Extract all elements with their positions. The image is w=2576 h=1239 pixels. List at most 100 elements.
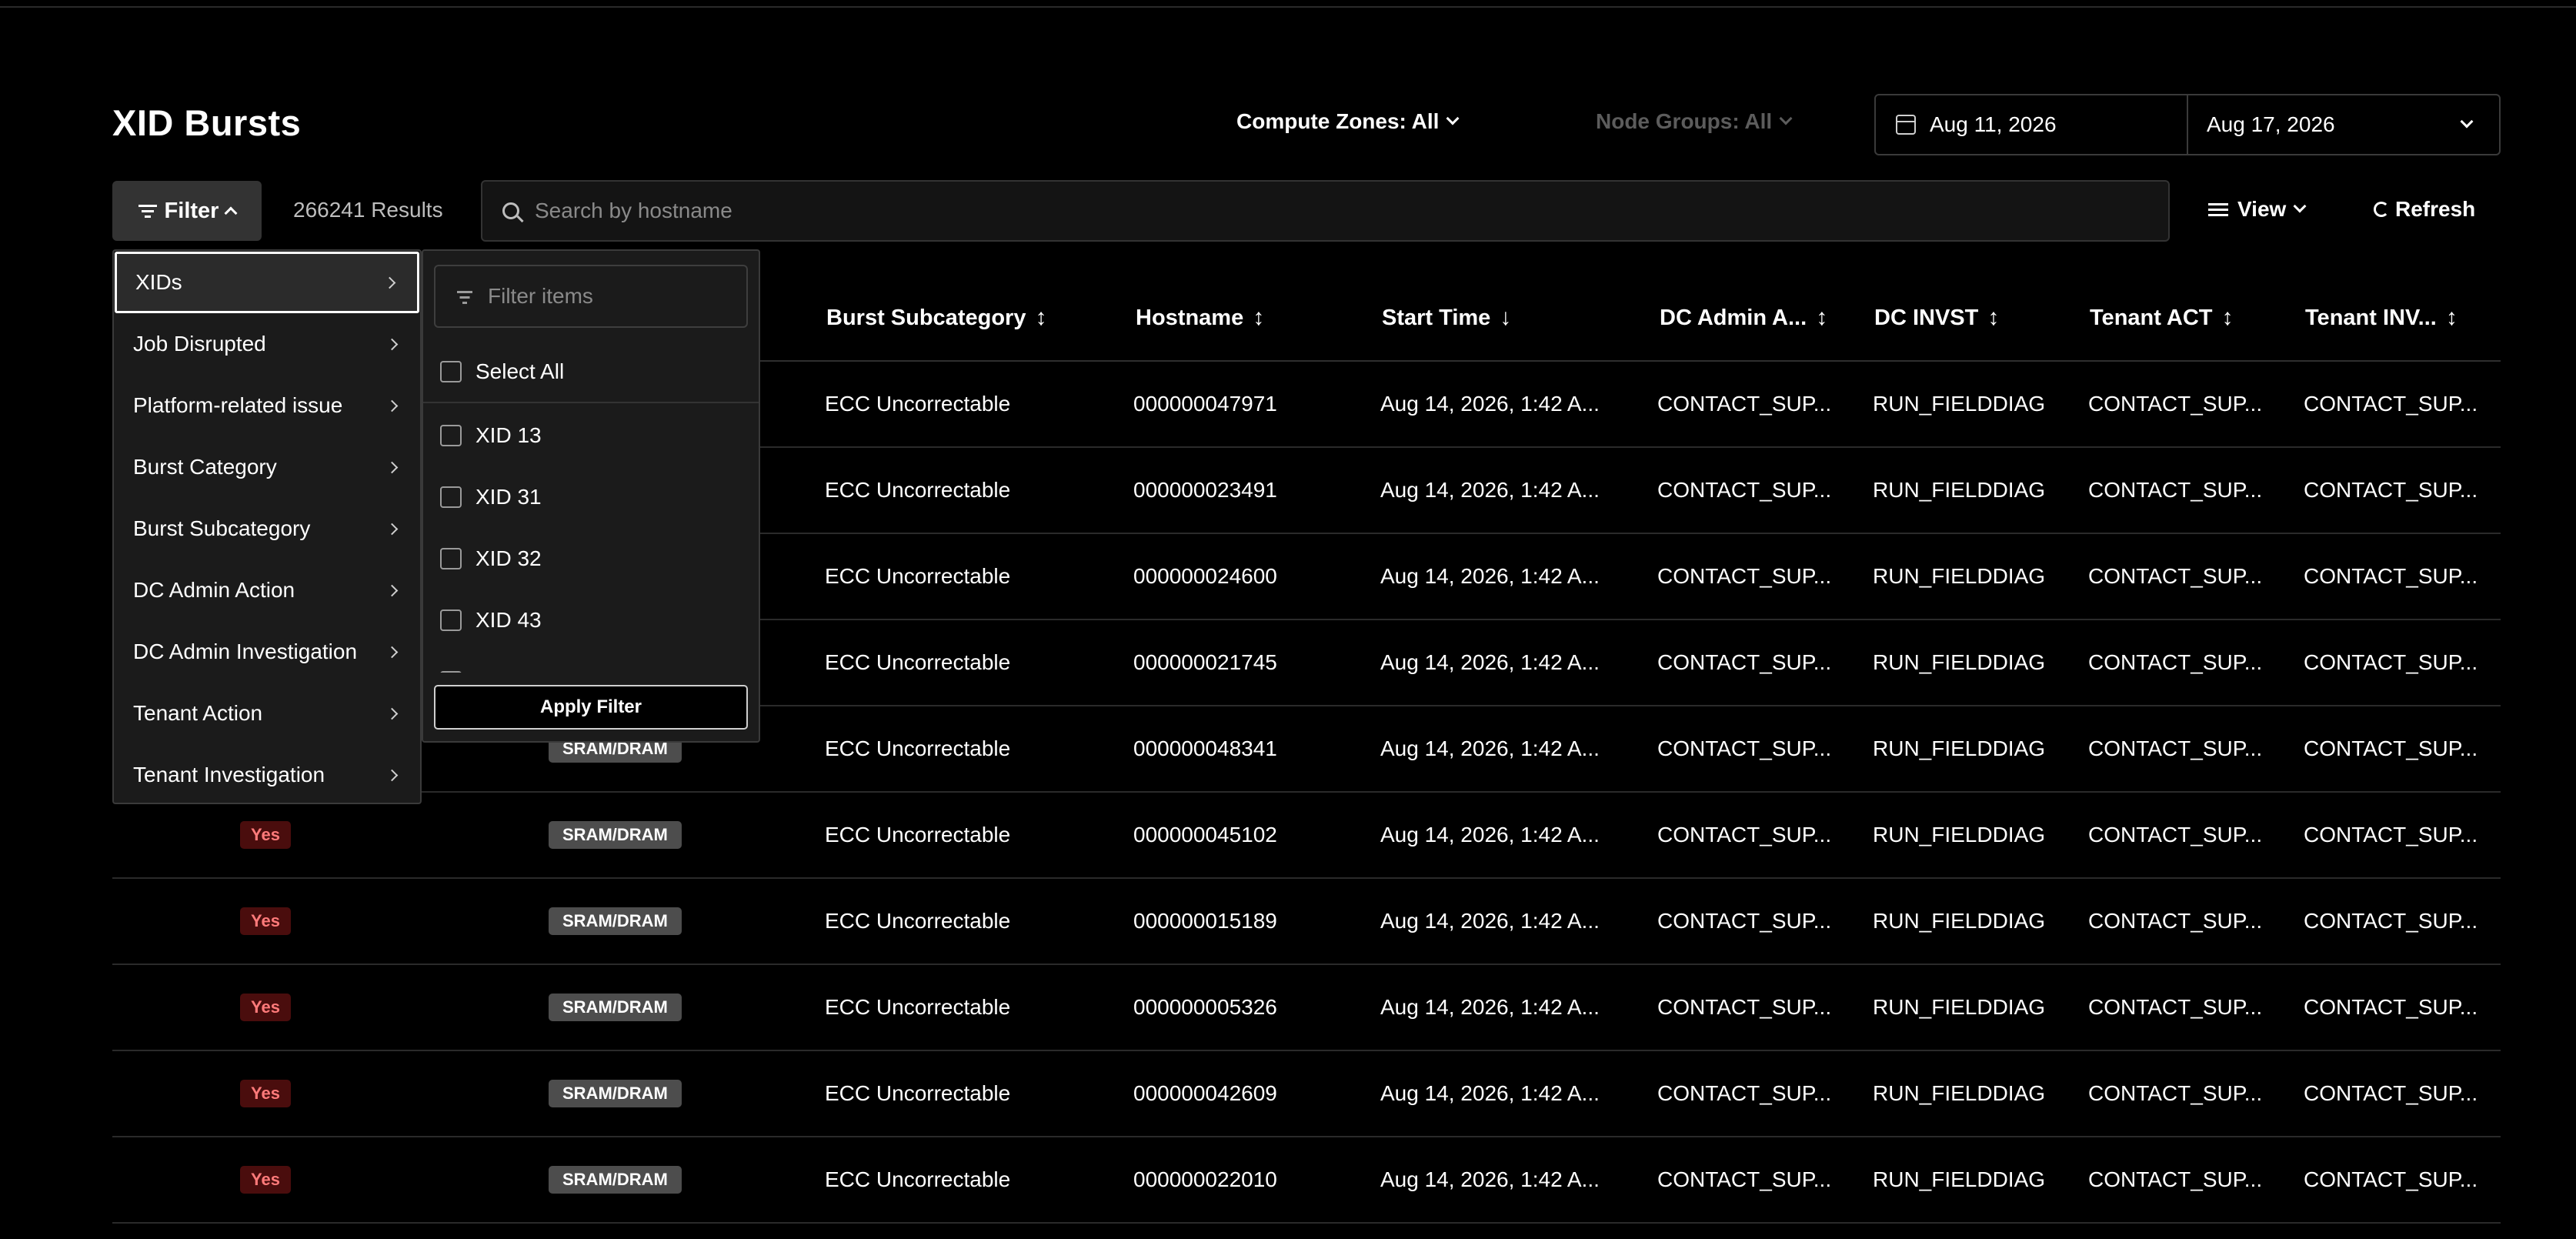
table-row[interactable]: Yes SRAM/DRAM ECC Uncorrectable 00000000532… (112, 965, 2501, 1051)
hostname-cell: 000000022010 (1133, 1167, 1277, 1191)
xid-option[interactable]: XID 45 (423, 651, 759, 673)
xid-option[interactable]: XID 31 (423, 466, 759, 528)
date-range-picker[interactable]: Aug 11, 2026 Aug 17, 2026 (1874, 94, 2501, 155)
sort-icon[interactable]: ↕ (1987, 305, 1999, 331)
filter-menu-item[interactable]: XIDs (115, 252, 419, 313)
hostname-cell: 000000023491 (1133, 448, 1277, 533)
compute-zones-select[interactable]: Compute Zones: All (1236, 109, 1460, 134)
dc-admin-action-cell: CONTACT_SUP... (1657, 1167, 1832, 1191)
sort-icon[interactable]: ↕ (1816, 305, 1827, 331)
refresh-button[interactable]: Refresh (2374, 197, 2475, 222)
tenant-inv-cell: CONTACT_SUP... (2304, 995, 2478, 1019)
filter-menu-item[interactable]: Platform-related issue (115, 375, 419, 436)
date-end-field[interactable]: Aug 17, 2026 (2188, 95, 2499, 154)
search-box[interactable] (481, 180, 2170, 242)
chevron-down-icon (2293, 199, 2307, 213)
chevron-down-icon (1779, 112, 1793, 125)
filter-menu-item[interactable]: DC Admin Action (115, 559, 419, 621)
sort-icon[interactable]: ↕ (1253, 305, 1264, 331)
column-header-dc-invst[interactable]: DC INVST ↕ (1874, 305, 1999, 331)
tenant-inv-cell: CONTACT_SUP... (2304, 706, 2478, 791)
table-row[interactable]: Yes SRAM/DRAM ECC Uncorrectable 00000002201… (112, 1137, 2501, 1224)
column-label: Tenant ACT (2090, 305, 2213, 330)
start-time-cell: Aug 14, 2026, 1:42 A... (1380, 1081, 1600, 1105)
column-header-burst-subcategory[interactable]: Burst Subcategory ↕ (826, 305, 1046, 331)
apply-filter-button[interactable]: Apply Filter (434, 685, 748, 730)
sort-icon[interactable]: ↕ (1035, 305, 1046, 331)
tenant-inv-cell: CONTACT_SUP... (2304, 392, 2478, 416)
burst-subcategory-cell: ECC Uncorrectable (825, 392, 1011, 416)
table-row[interactable]: Yes SRAM/DRAM ECC Uncorrectable 00000004510… (112, 793, 2501, 879)
checkbox[interactable] (440, 361, 462, 382)
filter-items-box[interactable] (434, 265, 748, 328)
checkbox[interactable] (440, 671, 462, 673)
sort-icon[interactable]: ↕ (2222, 305, 2234, 331)
column-header-dc-admin-action[interactable]: DC Admin A... ↕ (1660, 305, 1827, 331)
filter-menu-item[interactable]: DC Admin Investigation (115, 621, 419, 683)
dc-invst-cell: RUN_FIELDDIAG (1873, 534, 2045, 619)
column-header-tenant-inv[interactable]: Tenant INV... ↕ (2305, 305, 2458, 331)
tenant-act-cell: CONTACT_SUP... (2088, 736, 2263, 760)
dc-admin-action-cell: CONTACT_SUP... (1657, 736, 1832, 760)
start-time-cell: Aug 14, 2026, 1:42 A... (1380, 1137, 1600, 1222)
start-time-cell: Aug 14, 2026, 1:42 A... (1380, 534, 1600, 619)
filter-menu-item[interactable]: Tenant Investigation (115, 744, 419, 806)
tenant-inv-cell: CONTACT_SUP... (2304, 823, 2478, 847)
tenant-act-cell: CONTACT_SUP... (2088, 362, 2262, 446)
tenant-act-cell: CONTACT_SUP... (2088, 706, 2262, 791)
xid-option[interactable]: XID 43 (423, 589, 759, 651)
chevron-down-icon (2460, 115, 2474, 129)
burst-subcategory-cell: ECC Uncorrectable (825, 879, 1010, 963)
tenant-inv-cell: CONTACT_SUP... (2304, 909, 2478, 933)
date-start-value: Aug 11, 2026 (1930, 112, 2057, 136)
view-button[interactable]: View (2208, 197, 2307, 222)
app-root: XID Bursts Compute Zones: All Node Group… (0, 0, 2576, 1239)
column-header-tenant-act[interactable]: Tenant ACT ↕ (2090, 305, 2234, 331)
tenant-inv-cell: CONTACT_SUP... (2304, 650, 2478, 674)
date-start-field[interactable]: Aug 11, 2026 (1876, 95, 2188, 154)
table-row[interactable]: Yes SRAM/DRAM ECC Uncorrectable 00000001518… (112, 879, 2501, 965)
search-input[interactable] (535, 199, 2074, 223)
filter-menu-item[interactable]: Burst Category (115, 436, 419, 498)
dc-invst-cell: RUN_FIELDDIAG (1873, 564, 2046, 588)
select-all-option[interactable]: Select All (423, 342, 759, 403)
checkbox[interactable] (440, 486, 462, 508)
xid-option[interactable]: XID 13 (423, 405, 759, 466)
checkbox[interactable] (440, 548, 462, 569)
tenant-inv-cell: CONTACT_SUP... (2304, 448, 2478, 533)
checkbox[interactable] (440, 425, 462, 446)
filter-menu-item[interactable]: Burst Subcategory (115, 498, 419, 559)
sort-icon[interactable]: ↓ (1500, 305, 1511, 331)
burst-category-cell: SRAM/DRAM (549, 879, 682, 963)
start-time-cell: Aug 14, 2026, 1:42 A... (1380, 1051, 1600, 1136)
node-groups-select[interactable]: Node Groups: All (1596, 109, 1793, 134)
filter-menu-item[interactable]: Tenant Action (115, 683, 419, 744)
hostname-cell: 000000042609 (1133, 1051, 1277, 1136)
select-all-label: Select All (475, 359, 565, 383)
job-disrupted-badge: Yes (240, 1080, 291, 1107)
dc-admin-action-cell: CONTACT_SUP... (1657, 706, 1831, 791)
filter-menu-item-label: XIDs (135, 270, 182, 294)
checkbox[interactable] (440, 609, 462, 631)
xid-option[interactable]: XID 32 (423, 528, 759, 589)
filter-button[interactable]: Filter (112, 181, 262, 241)
hostname-cell: 000000047971 (1133, 392, 1277, 416)
column-header-start-time[interactable]: Start Time ↓ (1382, 305, 1511, 331)
refresh-icon (2374, 202, 2389, 217)
column-label: DC INVST (1874, 305, 1979, 330)
xid-option-list: XID 13 XID 31 XID 32 XID 43 XID 45 (423, 405, 759, 673)
hostname-cell: 000000045102 (1133, 823, 1277, 847)
dc-invst-cell: RUN_FIELDDIAG (1873, 392, 2046, 416)
xid-option-label: XID 13 (475, 423, 542, 447)
tenant-inv-cell: CONTACT_SUP... (2304, 534, 2478, 619)
sort-icon[interactable]: ↕ (2446, 305, 2458, 331)
table-row[interactable]: Yes SRAM/DRAM ECC Uncorrectable 00000004260… (112, 1051, 2501, 1137)
chevron-right-icon (383, 276, 396, 289)
filter-items-input[interactable] (488, 284, 742, 309)
column-header-hostname[interactable]: Hostname ↕ (1136, 305, 1264, 331)
sliders-icon (2208, 201, 2228, 218)
start-time-cell: Aug 14, 2026, 1:42 A... (1380, 650, 1600, 674)
tenant-inv-cell: CONTACT_SUP... (2304, 793, 2478, 877)
dc-admin-action-cell: CONTACT_SUP... (1657, 650, 1832, 674)
filter-menu-item[interactable]: Job Disrupted (115, 313, 419, 375)
